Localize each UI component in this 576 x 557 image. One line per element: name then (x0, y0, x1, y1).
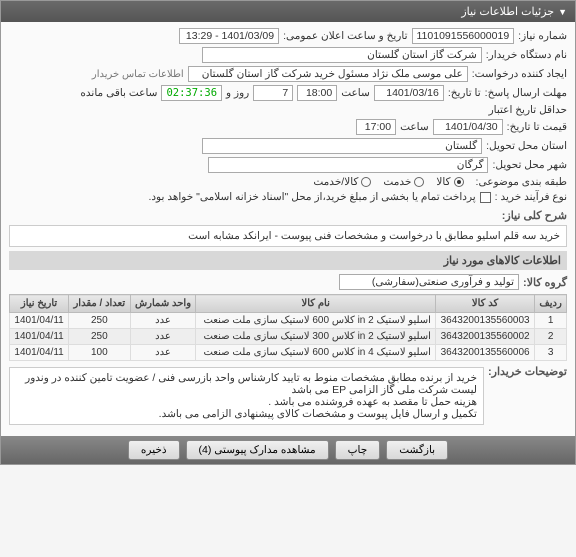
print-button[interactable]: چاپ (335, 440, 381, 460)
date-to-label: تا تاریخ: (448, 87, 481, 99)
buy-type-label: نوع فرآیند خرید : (495, 191, 567, 203)
explain-line-1: خرید از برنده مطابق مشخصات منوط به تایید… (16, 372, 477, 384)
th-date: تاریخ نیاز (10, 295, 69, 313)
summary-text: خرید سه قلم اسلیو مطابق با درخواست و مشخ… (9, 225, 567, 247)
cell-name: اسلیو لاستیک in 4 کلاس 600 لاستیک سازی م… (196, 345, 436, 361)
remain-time: 02:37:36 (161, 85, 222, 101)
credit-time: 17:00 (356, 119, 396, 135)
group-label: گروه کالا: (523, 276, 567, 289)
explain-line-4: تکمیل و ارسال فایل پیوست و مشخصات کالای … (16, 408, 477, 420)
panel-header: ▼ جزئیات اطلاعات نیاز (1, 1, 575, 22)
radio-service-label: خدمت (383, 176, 411, 188)
radio-both-label: کالا/خدمت (313, 176, 358, 188)
cell-name: اسلیو لاستیک in 2 کلاس 600 لاستیک سازی م… (196, 313, 436, 329)
buyer-field: شرکت گاز استان گلستان (202, 47, 482, 63)
summary-label: شرح کلی نیاز: (502, 209, 567, 222)
remain-label: ساعت باقی مانده (80, 87, 157, 99)
day-label: روز و (226, 87, 249, 99)
city-label: شهر محل تحویل: (492, 159, 567, 171)
time-label-1: ساعت (341, 87, 370, 99)
creator-label: ایجاد کننده درخواست: (472, 68, 567, 80)
radio-both[interactable]: کالا/خدمت (313, 176, 371, 188)
back-button[interactable]: بازگشت (386, 440, 448, 460)
cell-date: 1401/04/11 (10, 329, 69, 345)
cell-code: 3643200135560002 (435, 329, 534, 345)
explain-line-3: هزینه حمل تا مقصد به عهده فروشنده می باش… (16, 396, 477, 408)
radio-goods[interactable]: کالا (436, 176, 463, 188)
buyer-label: نام دستگاه خریدار: (486, 49, 567, 61)
explain-box: خرید از برنده مطابق مشخصات منوط به تایید… (9, 367, 484, 425)
table-row[interactable]: 2 3643200135560002 اسلیو لاستیک in 2 کلا… (10, 329, 567, 345)
province-field: گلستان (202, 138, 482, 154)
table-row[interactable]: 3 3643200135560006 اسلیو لاستیک in 4 کلا… (10, 345, 567, 361)
items-table: ردیف کد کالا نام کالا واحد شمارش تعداد /… (9, 294, 567, 361)
radio-icon (414, 177, 424, 187)
info-panel: ▼ جزئیات اطلاعات نیاز شماره نیاز: 110109… (0, 0, 576, 465)
topic-label: طبقه بندی موضوعی: (476, 176, 567, 188)
cell-code: 3643200135560006 (435, 345, 534, 361)
deadline-date: 1401/03/16 (374, 85, 444, 101)
th-qty: تعداد / مقدار (69, 295, 130, 313)
deadline-label: مهلت ارسال پاسخ: (485, 87, 567, 99)
chevron-down-icon: ▼ (558, 7, 567, 17)
radio-icon (361, 177, 371, 187)
credit-date: 1401/04/30 (433, 119, 503, 135)
explain-line-2: لیست شرکت ملی گاز الزامی EP می باشد (16, 384, 477, 396)
table-body: 1 3643200135560003 اسلیو لاستیک in 2 کلا… (10, 313, 567, 361)
province-label: استان محل تحویل: (486, 140, 567, 152)
radio-icon (454, 177, 464, 187)
need-no-label: شماره نیاز: (518, 30, 567, 42)
cell-date: 1401/04/11 (10, 345, 69, 361)
contact-info-link[interactable]: اطلاعات تماس خریدار (92, 69, 184, 80)
need-no-field: 1101091556000019 (412, 28, 515, 44)
day-count: 7 (253, 85, 293, 101)
cell-unit: عدد (130, 329, 196, 345)
buy-type-note: پرداخت تمام یا بخشی از مبلغ خرید،از محل … (148, 191, 475, 203)
cell-unit: عدد (130, 313, 196, 329)
deadline-time: 18:00 (297, 85, 337, 101)
cell-n: 1 (535, 313, 567, 329)
cell-code: 3643200135560003 (435, 313, 534, 329)
group-field: تولید و فرآوری صنعتی(سفارشی) (339, 274, 519, 290)
credit-label: حداقل تاریخ اعتبار (489, 104, 567, 116)
city-field: گرگان (208, 157, 488, 173)
button-bar: بازگشت چاپ مشاهده مدارک پیوستی (4) ذخیره (1, 436, 575, 464)
cell-name: اسلیو لاستیک in 2 کلاس 300 لاستیک سازی م… (196, 329, 436, 345)
price-to-label: قیمت تا تاریخ: (507, 121, 567, 133)
buy-type-checkbox[interactable] (480, 192, 491, 203)
cell-qty: 250 (69, 313, 130, 329)
explain-label: توضیحات خریدار: (488, 365, 567, 378)
items-section-title: اطلاعات کالاهای مورد نیاز (9, 251, 567, 270)
save-button[interactable]: ذخیره (128, 440, 180, 460)
cell-qty: 250 (69, 329, 130, 345)
th-row: ردیف (535, 295, 567, 313)
cell-date: 1401/04/11 (10, 313, 69, 329)
cell-n: 2 (535, 329, 567, 345)
time-label-2: ساعت (400, 121, 429, 133)
table-row[interactable]: 1 3643200135560003 اسلیو لاستیک in 2 کلا… (10, 313, 567, 329)
radio-service[interactable]: خدمت (383, 176, 424, 188)
panel-body: شماره نیاز: 1101091556000019 تاریخ و ساع… (1, 22, 575, 436)
cell-unit: عدد (130, 345, 196, 361)
panel-title: جزئیات اطلاعات نیاز (461, 5, 554, 18)
creator-field: علی موسی ملک نژاد مسئول خرید شرکت گاز اس… (188, 66, 468, 82)
cell-qty: 100 (69, 345, 130, 361)
radio-goods-label: کالا (436, 176, 450, 188)
th-code: کد کالا (435, 295, 534, 313)
announce-label: تاریخ و ساعت اعلان عمومی: (283, 30, 407, 42)
th-name: نام کالا (196, 295, 436, 313)
announce-field: 1401/03/09 - 13:29 (179, 28, 279, 44)
cell-n: 3 (535, 345, 567, 361)
th-unit: واحد شمارش (130, 295, 196, 313)
attachments-button[interactable]: مشاهده مدارک پیوستی (4) (186, 440, 329, 460)
